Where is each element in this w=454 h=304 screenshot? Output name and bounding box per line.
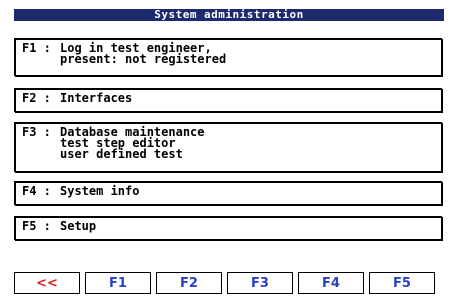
menu-key-f2: F2 :	[22, 91, 51, 105]
menu-item-interfaces-label: Interfaces	[60, 91, 133, 105]
menu-key-f3: F3 :	[22, 125, 51, 139]
f1-softkey-button[interactable]: F1	[85, 272, 151, 294]
menu-item-interfaces[interactable]: F2 : Interfaces	[14, 88, 442, 112]
f2-softkey-button[interactable]: F2	[156, 272, 222, 294]
menu-key-f5: F5 :	[22, 219, 51, 233]
menu-item-system-info-label: System info	[60, 184, 140, 198]
f5-softkey-button[interactable]: F5	[369, 272, 435, 294]
menu-key-f1: F1 :	[22, 41, 51, 55]
menu-key-f4: F4 :	[22, 184, 51, 198]
menu-item-login-status: present: not registered	[60, 52, 227, 66]
menu-item-login[interactable]: F1 : Log in test engineer, present: not re…	[14, 38, 442, 76]
menu-item-database-subline-2: user defined test	[60, 147, 183, 161]
menu-item-system-info[interactable]: F4 : System info	[14, 181, 442, 205]
softkey-bar: << F1 F2 F3 F4 F5	[14, 272, 442, 296]
menu-item-setup[interactable]: F5 : Setup	[14, 216, 442, 240]
menu-item-database[interactable]: F3 : Database maintenance test step editor…	[14, 122, 442, 172]
window-title: System administration	[14, 9, 444, 21]
f3-softkey-button[interactable]: F3	[227, 272, 293, 294]
menu-item-setup-label: Setup	[60, 219, 97, 233]
f4-softkey-button[interactable]: F4	[298, 272, 364, 294]
back-softkey-button[interactable]: <<	[14, 272, 80, 294]
